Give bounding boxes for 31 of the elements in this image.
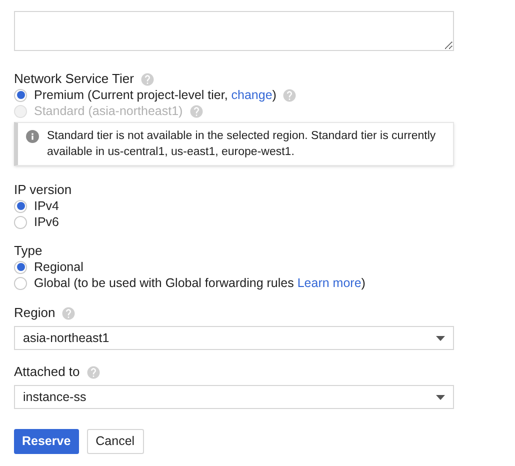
section-title: IP version bbox=[14, 182, 72, 198]
caret-icon bbox=[436, 336, 445, 340]
description-field[interactable] bbox=[14, 11, 454, 51]
help-icon[interactable] bbox=[61, 306, 76, 320]
option-label: IPv4 bbox=[34, 198, 60, 215]
reserve-button[interactable]: Reserve bbox=[14, 429, 79, 454]
option-label: Global (to be used with Global forwarding rules Learn more) bbox=[34, 274, 366, 292]
notice-text: Standard tier is not available in the selected region. Standard tier is currently available in us-central1, us-east1, europe-west1. bbox=[47, 129, 437, 160]
inline-link[interactable]: change bbox=[231, 88, 272, 102]
section-title: Network Service Tier bbox=[14, 71, 134, 87]
radio-button[interactable] bbox=[14, 260, 27, 274]
help-icon[interactable] bbox=[86, 364, 101, 380]
field-label: Region bbox=[14, 305, 56, 321]
cancel-button[interactable]: Cancel bbox=[86, 429, 144, 454]
option-label: Standard (asia-northeast1) bbox=[34, 102, 183, 120]
radio-button[interactable] bbox=[14, 216, 27, 228]
help-icon[interactable] bbox=[140, 72, 155, 86]
radio-button[interactable] bbox=[14, 200, 27, 212]
option-label: Regional bbox=[34, 258, 84, 276]
option-label: Premium (Current project-level tier, change) bbox=[34, 86, 276, 104]
option-label: IPv6 bbox=[34, 214, 60, 231]
dropdown-select[interactable]: instance-ss bbox=[14, 385, 454, 409]
help-icon[interactable] bbox=[282, 88, 298, 102]
dropdown-select[interactable]: asia-northeast1 bbox=[14, 326, 454, 350]
info-icon bbox=[26, 130, 39, 143]
caret-icon bbox=[436, 394, 445, 400]
section-title: Type bbox=[14, 243, 42, 259]
radio-button[interactable] bbox=[14, 276, 27, 290]
field-label: Attached to bbox=[14, 364, 80, 380]
radio-button[interactable] bbox=[14, 88, 27, 102]
inline-link[interactable]: Learn more bbox=[297, 276, 362, 290]
